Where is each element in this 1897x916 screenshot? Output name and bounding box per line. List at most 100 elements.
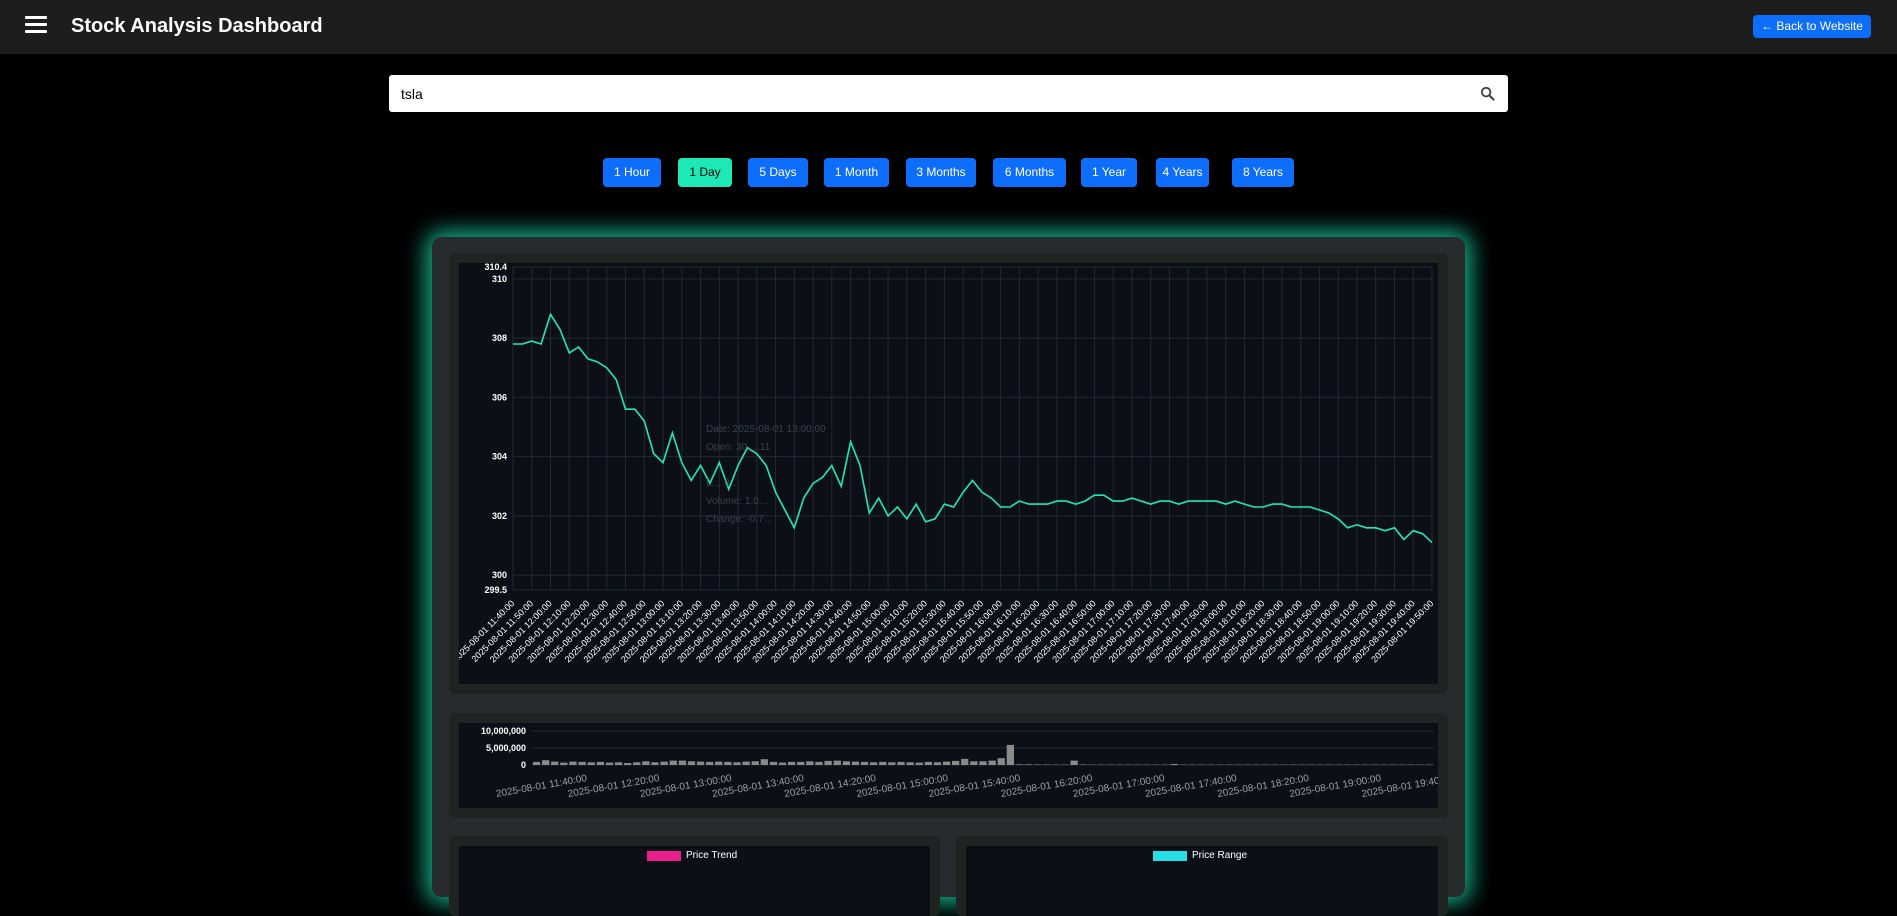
volume-bar bbox=[588, 762, 595, 765]
range-button-1-year[interactable]: 1 Year bbox=[1081, 158, 1137, 187]
volume-bar bbox=[797, 762, 804, 765]
price-y-tick-label: 300 bbox=[492, 570, 507, 580]
price-trend-legend-label: Price Trend bbox=[686, 850, 737, 861]
volume-bar bbox=[925, 762, 932, 765]
volume-bar bbox=[670, 761, 677, 765]
volume-bar bbox=[834, 761, 841, 765]
volume-bar bbox=[752, 761, 759, 765]
volume-bar bbox=[533, 762, 540, 765]
tooltip-volume: Volume: 1,0… bbox=[706, 493, 826, 511]
volume-bar bbox=[952, 761, 959, 765]
range-button-3-months[interactable]: 3 Months bbox=[906, 158, 976, 187]
volume-bar bbox=[679, 761, 686, 765]
price-y-tick-label: 306 bbox=[492, 392, 507, 402]
hamburger-menu-icon[interactable] bbox=[25, 16, 47, 36]
volume-bar bbox=[879, 762, 886, 765]
price-y-tick-label: 302 bbox=[492, 511, 507, 521]
volume-bar bbox=[560, 763, 567, 765]
volume-bar bbox=[1171, 764, 1178, 765]
price-series-line bbox=[513, 314, 1432, 542]
volume-bar bbox=[661, 762, 668, 765]
volume-bar bbox=[642, 761, 649, 765]
volume-bar bbox=[970, 761, 977, 765]
volume-bar bbox=[743, 762, 750, 765]
range-button-8-years[interactable]: 8 Years bbox=[1232, 158, 1294, 187]
volume-bar bbox=[1034, 765, 1041, 766]
volume-bar bbox=[733, 762, 740, 765]
price-y-tick-label: 310 bbox=[492, 274, 507, 284]
price-y-tick-label: 308 bbox=[492, 333, 507, 343]
volume-bar bbox=[897, 762, 904, 765]
volume-bar bbox=[579, 762, 586, 765]
volume-chart-card: 10,000,0005,000,00002025-08-01 11:40:002… bbox=[449, 713, 1448, 818]
search-input[interactable] bbox=[401, 75, 1461, 112]
top-navbar: Stock Analysis Dashboard ← Back to Websi… bbox=[0, 0, 1897, 54]
volume-bar bbox=[606, 763, 613, 765]
volume-bar bbox=[1007, 745, 1014, 765]
volume-bar bbox=[761, 759, 768, 765]
volume-bar bbox=[934, 762, 941, 765]
volume-bar bbox=[779, 763, 786, 765]
volume-bar bbox=[706, 762, 713, 765]
volume-bar bbox=[770, 762, 777, 765]
volume-bar bbox=[651, 762, 658, 765]
tooltip-date: Date: 2025-08-01 13:00:00 bbox=[706, 421, 826, 439]
volume-bar bbox=[852, 762, 859, 765]
price-range-card: Price Range bbox=[956, 836, 1448, 916]
range-button-1-hour[interactable]: 1 Hour bbox=[603, 158, 661, 187]
volume-y-tick-label: 10,000,000 bbox=[481, 726, 526, 736]
volume-bar bbox=[688, 761, 695, 765]
search-icon[interactable] bbox=[1480, 86, 1495, 101]
volume-bar bbox=[961, 759, 968, 765]
range-button-4-years[interactable]: 4 Years bbox=[1156, 158, 1209, 187]
price-y-tick-label: 304 bbox=[492, 452, 507, 462]
volume-bar bbox=[825, 761, 832, 765]
volume-bar bbox=[1080, 765, 1087, 766]
volume-bar bbox=[1071, 761, 1078, 765]
price-trend-area: Price Trend bbox=[459, 846, 930, 916]
volume-bar bbox=[724, 762, 731, 765]
volume-chart-area: 10,000,0005,000,00002025-08-01 11:40:002… bbox=[459, 723, 1438, 808]
back-to-website-button[interactable]: ← Back to Website bbox=[1753, 15, 1871, 38]
tooltip-open: Open: 30….11 bbox=[706, 439, 826, 457]
tooltip-low: L… 3… bbox=[706, 475, 826, 493]
price-range-area: Price Range bbox=[966, 846, 1438, 916]
volume-bar bbox=[907, 762, 914, 765]
volume-bar bbox=[715, 762, 722, 765]
volume-bar bbox=[943, 762, 950, 765]
volume-bar bbox=[888, 762, 895, 765]
range-button-5-days[interactable]: 5 Days bbox=[748, 158, 808, 187]
volume-bar bbox=[624, 763, 631, 765]
app-title: Stock Analysis Dashboard bbox=[71, 15, 323, 38]
range-button-1-day[interactable]: 1 Day bbox=[678, 158, 732, 187]
dashboard-panel: 310.4310308306304302300299.52025-08-01 1… bbox=[432, 237, 1465, 897]
search-bar bbox=[389, 75, 1508, 112]
volume-bar bbox=[806, 761, 813, 765]
price-chart-card: 310.4310308306304302300299.52025-08-01 1… bbox=[449, 253, 1448, 694]
chart-tooltip: Date: 2025-08-01 13:00:00 Open: 30….11 L… bbox=[706, 421, 826, 529]
price-y-tick-label: 299.5 bbox=[484, 585, 507, 595]
volume-bar bbox=[551, 762, 558, 765]
price-trend-card: Price Trend bbox=[449, 836, 940, 916]
range-button-1-month[interactable]: 1 Month bbox=[824, 158, 889, 187]
volume-bar-chart[interactable]: 10,000,0005,000,00002025-08-01 11:40:002… bbox=[459, 723, 1438, 808]
volume-y-tick-label: 5,000,000 bbox=[486, 743, 526, 753]
volume-bar bbox=[633, 762, 640, 765]
volume-bar bbox=[861, 762, 868, 765]
price-range-legend-swatch bbox=[1153, 851, 1187, 861]
volume-bar bbox=[569, 762, 576, 765]
volume-bar bbox=[597, 762, 604, 765]
price-chart-area: 310.4310308306304302300299.52025-08-01 1… bbox=[459, 263, 1438, 684]
volume-bar bbox=[697, 762, 704, 765]
volume-bar bbox=[1043, 765, 1050, 766]
volume-bar bbox=[843, 761, 850, 765]
range-button-6-months[interactable]: 6 Months bbox=[993, 158, 1066, 187]
price-range-legend-label: Price Range bbox=[1192, 850, 1247, 861]
volume-bar bbox=[615, 762, 622, 765]
volume-bar bbox=[870, 762, 877, 765]
price-trend-legend-swatch bbox=[647, 851, 681, 861]
volume-y-tick-label: 0 bbox=[521, 760, 526, 770]
price-line-chart[interactable]: 310.4310308306304302300299.52025-08-01 1… bbox=[459, 263, 1438, 684]
volume-bar bbox=[542, 760, 549, 765]
price-y-tick-label: 310.4 bbox=[484, 263, 507, 272]
